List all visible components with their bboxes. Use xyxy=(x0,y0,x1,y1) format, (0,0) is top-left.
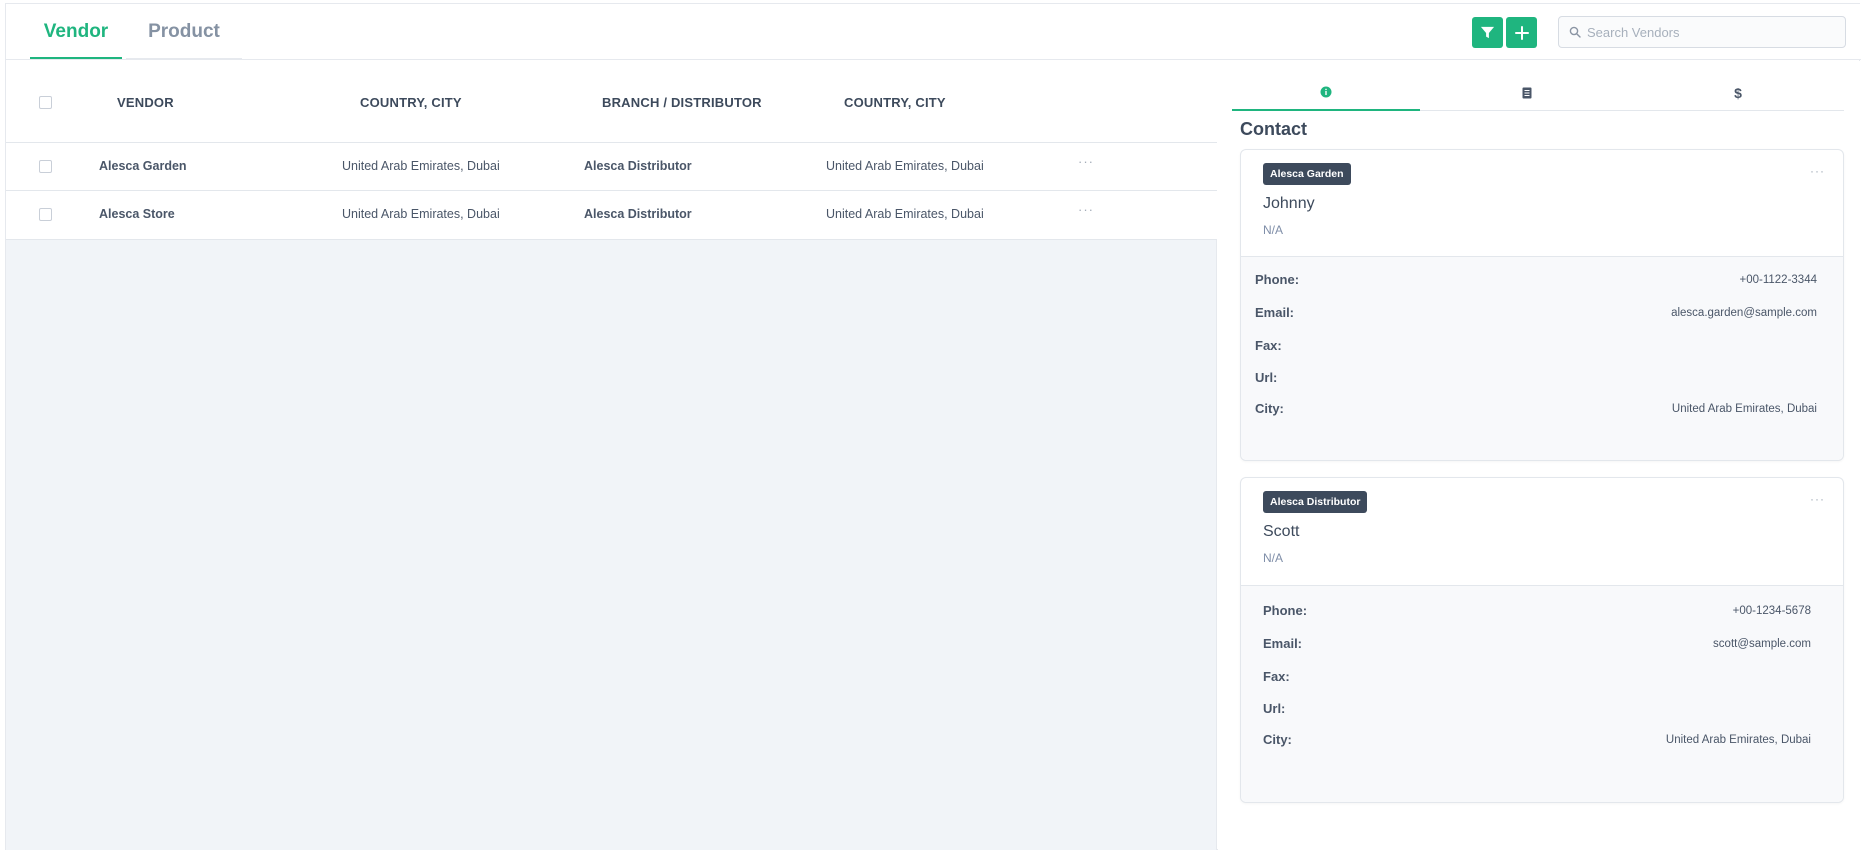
vendor-location: United Arab Emirates, Dubai xyxy=(342,159,500,173)
search-icon xyxy=(1569,26,1581,38)
city-field: City: United Arab Emirates, Dubai xyxy=(1263,732,1811,752)
fax-field: Fax: xyxy=(1263,669,1811,689)
contact-role: N/A xyxy=(1263,551,1284,565)
vendor-badge: Alesca Garden xyxy=(1263,163,1351,185)
row-more-icon[interactable]: ··· xyxy=(1078,154,1094,169)
field-label: Url: xyxy=(1263,701,1286,716)
info-icon xyxy=(1320,86,1332,98)
row-more-icon[interactable]: ··· xyxy=(1078,202,1094,217)
field-value: United Arab Emirates, Dubai xyxy=(1671,403,1817,415)
phone-field: Phone: +00-1122-3344 xyxy=(1255,272,1817,292)
phone-field: Phone: +00-1234-5678 xyxy=(1263,603,1811,623)
table-row[interactable]: Alesca Garden United Arab Emirates, Duba… xyxy=(6,143,1217,191)
table-row[interactable]: Alesca Store United Arab Emirates, Dubai… xyxy=(6,191,1217,239)
contact-more-icon[interactable]: ··· xyxy=(1810,164,1825,178)
select-all-checkbox[interactable] xyxy=(39,96,52,109)
vendor-list-pane: VENDOR COUNTRY, CITY BRANCH / DISTRIBUTO… xyxy=(6,61,1217,850)
field-label: City: xyxy=(1263,732,1292,747)
email-field: Email: scott@sample.com xyxy=(1263,636,1811,656)
vendor-app: Vendor Product VENDOR COUNTRY, CITY BRAN… xyxy=(5,3,1861,850)
url-field: Url: xyxy=(1255,370,1817,390)
field-label: Fax: xyxy=(1255,338,1282,353)
search-box xyxy=(1558,16,1846,48)
field-label: Url: xyxy=(1255,370,1278,385)
top-bar: Vendor Product xyxy=(6,4,1861,60)
fax-field: Fax: xyxy=(1255,338,1817,358)
column-header-branch-country-city[interactable]: COUNTRY, CITY xyxy=(844,95,946,110)
plus-icon xyxy=(1514,25,1529,40)
field-label: Fax: xyxy=(1263,669,1290,684)
branch-name: Alesca Distributor xyxy=(584,207,692,221)
filter-icon xyxy=(1480,26,1495,39)
contact-more-icon[interactable]: ··· xyxy=(1810,492,1825,506)
branch-location: United Arab Emirates, Dubai xyxy=(826,207,984,221)
tab-info[interactable] xyxy=(1232,75,1420,111)
field-value: alesca.garden@sample.com xyxy=(1671,307,1817,319)
field-label: City: xyxy=(1255,401,1284,416)
section-title: Contact xyxy=(1240,119,1307,139)
field-label: Email: xyxy=(1255,305,1295,320)
tab-pricing[interactable]: $ xyxy=(1632,75,1844,111)
contact-role: N/A xyxy=(1263,223,1284,237)
vendor-table: VENDOR COUNTRY, CITY BRANCH / DISTRIBUTO… xyxy=(6,61,1217,240)
tab-documents[interactable] xyxy=(1422,75,1632,111)
url-field: Url: xyxy=(1263,701,1811,721)
field-label: Phone: xyxy=(1263,603,1308,618)
email-field: Email: alesca.garden@sample.com xyxy=(1255,305,1817,325)
column-header-vendor-country-city[interactable]: COUNTRY, CITY xyxy=(360,95,462,110)
document-icon xyxy=(1522,87,1532,99)
branch-name: Alesca Distributor xyxy=(584,159,692,173)
column-header-vendor[interactable]: VENDOR xyxy=(117,95,174,110)
field-value: scott@sample.com xyxy=(1713,638,1811,650)
vendor-detail-panel: $ Contact Alesca Garden ··· Johnny N/A P… xyxy=(1218,61,1860,850)
add-vendor-button[interactable] xyxy=(1506,17,1537,48)
vendor-badge: Alesca Distributor xyxy=(1263,491,1368,513)
detail-tabs: $ xyxy=(1232,75,1844,111)
contact-details: Phone: +00-1234-5678 Email: scott@sample… xyxy=(1241,586,1843,802)
field-label: Email: xyxy=(1263,636,1303,651)
table-header: VENDOR COUNTRY, CITY BRANCH / DISTRIBUTO… xyxy=(6,61,1217,143)
contact-card: Alesca Distributor ··· Scott N/A Phone: … xyxy=(1240,477,1844,803)
contact-card-header: Alesca Garden ··· Johnny N/A xyxy=(1241,150,1843,257)
contact-details: Phone: +00-1122-3344 Email: alesca.garde… xyxy=(1241,257,1843,460)
tab-product[interactable]: Product xyxy=(126,4,242,59)
tab-vendor[interactable]: Vendor xyxy=(30,4,122,59)
vendor-name: Alesca Store xyxy=(99,207,175,221)
vendor-name: Alesca Garden xyxy=(99,159,187,173)
field-label: Phone: xyxy=(1255,272,1300,287)
row-checkbox[interactable] xyxy=(39,208,52,221)
field-value: United Arab Emirates, Dubai xyxy=(1665,734,1811,746)
contact-card: Alesca Garden ··· Johnny N/A Phone: +00-… xyxy=(1240,149,1844,461)
contact-name: Scott xyxy=(1263,523,1300,540)
contact-name: Johnny xyxy=(1263,195,1315,212)
field-value: +00-1234-5678 xyxy=(1732,605,1811,617)
field-value: +00-1122-3344 xyxy=(1739,274,1817,286)
row-checkbox[interactable] xyxy=(39,160,52,173)
city-field: City: United Arab Emirates, Dubai xyxy=(1255,401,1817,421)
vendor-location: United Arab Emirates, Dubai xyxy=(342,207,500,221)
column-header-branch-distributor[interactable]: BRANCH / DISTRIBUTOR xyxy=(602,95,762,110)
contact-card-header: Alesca Distributor ··· Scott N/A xyxy=(1241,478,1843,586)
search-input[interactable] xyxy=(1587,24,1837,40)
filter-button[interactable] xyxy=(1472,17,1503,48)
branch-location: United Arab Emirates, Dubai xyxy=(826,159,984,173)
